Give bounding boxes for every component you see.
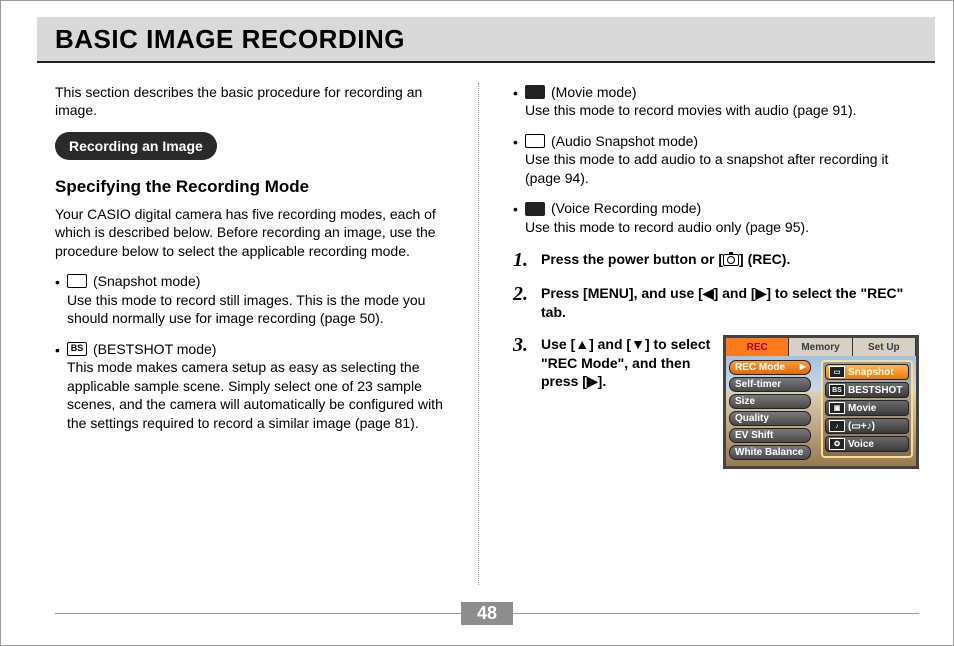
lcd-right-item-icon: ▣ bbox=[829, 402, 845, 414]
mode-list-item: •(Snapshot mode)Use this mode to record … bbox=[55, 272, 460, 327]
page-footer: 48 bbox=[55, 602, 919, 625]
bullet-dot: • bbox=[513, 199, 525, 236]
mode-body: (Movie mode)Use this mode to record movi… bbox=[525, 83, 919, 120]
lcd-right-item-label: Voice bbox=[848, 438, 874, 451]
camera-icon bbox=[723, 254, 739, 266]
step-item: Use [▲] and [▼] to select "REC Mode", an… bbox=[513, 335, 919, 469]
mode-list-item: •(Voice Recording mode)Use this mode to … bbox=[513, 199, 919, 236]
lcd-left-item: White Balance bbox=[729, 445, 811, 460]
mode-label: (Movie mode) bbox=[551, 83, 637, 101]
manual-page: BASIC IMAGE RECORDING This section descr… bbox=[0, 0, 954, 646]
step-body: Press [MENU], and use [◀] and [▶] to sel… bbox=[541, 284, 919, 321]
step-text: Press the power button or [ bbox=[541, 251, 723, 267]
lcd-left-item: Size bbox=[729, 394, 811, 409]
lcd-right-item-label: (▭+♪) bbox=[848, 420, 875, 433]
lcd-left-item: REC Mode bbox=[729, 360, 811, 375]
lcd-tab-rec: REC bbox=[726, 338, 789, 356]
bestshot-mode-icon: BS bbox=[67, 342, 87, 356]
title-band: BASIC IMAGE RECORDING bbox=[37, 17, 935, 63]
mode-body: (Snapshot mode)Use this mode to record s… bbox=[67, 272, 460, 327]
lcd-right-item: ▣Movie bbox=[825, 400, 909, 416]
snapshot-mode-icon bbox=[67, 274, 87, 288]
lcd-right-item-label: Snapshot bbox=[848, 366, 894, 379]
lcd-right-item-label: BESTSHOT bbox=[848, 384, 902, 397]
bullet-dot: • bbox=[55, 340, 67, 432]
subheading: Specifying the Recording Mode bbox=[55, 176, 460, 198]
mode-list-item: •(Movie mode)Use this mode to record mov… bbox=[513, 83, 919, 120]
lcd-left-list: REC Mode Self-timer Size Quality EV Shift Whi… bbox=[729, 360, 811, 462]
lcd-right-item: ✪Voice bbox=[825, 436, 909, 452]
mode-label: (Audio Snapshot mode) bbox=[551, 132, 698, 150]
lcd-left-item: Quality bbox=[729, 411, 811, 426]
mode-list-item: •BS (BESTSHOT mode)This mode makes camera… bbox=[55, 340, 460, 432]
step-list: Press the power button or [] (REC).Press… bbox=[513, 250, 919, 469]
lcd-right-item-icon: ▭ bbox=[829, 366, 845, 378]
voice-recording-mode-icon bbox=[525, 202, 545, 216]
camera-lcd-figure: RECMemorySet Up REC Mode Self-timer Size Qua… bbox=[723, 335, 919, 469]
mode-description: Use this mode to add audio to a snapshot… bbox=[525, 150, 919, 187]
lcd-right-item: ▭Snapshot bbox=[825, 364, 909, 380]
footer-rule-right bbox=[513, 613, 919, 614]
movie-mode-icon bbox=[525, 85, 545, 99]
content-area: This section describes the basic procedu… bbox=[55, 83, 919, 585]
lcd-right-list: ▭SnapshotBSBESTSHOT▣Movie♪(▭+♪)✪Voice bbox=[821, 360, 913, 458]
lcd-tabs: RECMemorySet Up bbox=[726, 338, 916, 356]
bullet-dot: • bbox=[55, 272, 67, 327]
step-item: Press [MENU], and use [◀] and [▶] to sel… bbox=[513, 284, 919, 321]
step-body: Use [▲] and [▼] to select "REC Mode", an… bbox=[541, 335, 919, 469]
mode-label: (Voice Recording mode) bbox=[551, 199, 701, 217]
step3-wrap: Use [▲] and [▼] to select "REC Mode", an… bbox=[541, 335, 919, 469]
page-title: BASIC IMAGE RECORDING bbox=[55, 24, 405, 55]
lcd-left-item: EV Shift bbox=[729, 428, 811, 443]
column-right: •(Movie mode)Use this mode to record mov… bbox=[509, 83, 919, 585]
step-text: Use [▲] and [▼] to select "REC Mode", an… bbox=[541, 335, 711, 390]
mode-body: BS (BESTSHOT mode)This mode makes camera … bbox=[67, 340, 460, 432]
mode-header-line: (Voice Recording mode) bbox=[525, 199, 919, 217]
audio-snapshot-mode-icon bbox=[525, 134, 545, 148]
mode-label: (BESTSHOT mode) bbox=[93, 340, 216, 358]
step-body: Press the power button or [ ] (REC). bbox=[541, 250, 919, 270]
lcd-right-item-icon: ✪ bbox=[829, 438, 845, 450]
mode-header-line: BS (BESTSHOT mode) bbox=[67, 340, 460, 358]
lcd-left-item: Self-timer bbox=[729, 377, 811, 392]
subheading-paragraph: Your CASIO digital camera has five recor… bbox=[55, 205, 460, 260]
mode-description: Use this mode to record audio only (page… bbox=[525, 218, 919, 236]
mode-header-line: (Audio Snapshot mode) bbox=[525, 132, 919, 150]
intro-paragraph: This section describes the basic procedu… bbox=[55, 83, 460, 120]
bullet-dot: • bbox=[513, 83, 525, 120]
mode-list-item: •(Audio Snapshot mode)Use this mode to a… bbox=[513, 132, 919, 187]
lcd-right-item-label: Movie bbox=[848, 402, 876, 415]
mode-label: (Snapshot mode) bbox=[93, 272, 200, 290]
lcd-right-item: BSBESTSHOT bbox=[825, 382, 909, 398]
lcd-right-item: ♪(▭+♪) bbox=[825, 418, 909, 434]
step-item: Press the power button or [ ] (REC). bbox=[513, 250, 919, 270]
mode-description: Use this mode to record still images. Th… bbox=[67, 291, 460, 328]
lcd-right-item-icon: BS bbox=[829, 384, 845, 396]
lcd-tab-setup: Set Up bbox=[853, 338, 916, 356]
mode-description: This mode makes camera setup as easy as … bbox=[67, 358, 460, 432]
column-left: This section describes the basic procedu… bbox=[55, 83, 479, 585]
mode-list-right: •(Movie mode)Use this mode to record mov… bbox=[513, 83, 919, 236]
step-text: Press [MENU], and use [◀] and [▶] to sel… bbox=[541, 285, 903, 319]
mode-body: (Voice Recording mode)Use this mode to r… bbox=[525, 199, 919, 236]
lcd-tab-memory: Memory bbox=[789, 338, 852, 356]
mode-list-left: •(Snapshot mode)Use this mode to record … bbox=[55, 272, 460, 432]
mode-description: Use this mode to record movies with audi… bbox=[525, 101, 919, 119]
lcd-right-item-icon: ♪ bbox=[829, 420, 845, 432]
footer-rule-left bbox=[55, 613, 461, 614]
mode-body: (Audio Snapshot mode)Use this mode to ad… bbox=[525, 132, 919, 187]
bullet-dot: • bbox=[513, 132, 525, 187]
step-text-post: ] (REC). bbox=[739, 251, 790, 267]
mode-header-line: (Movie mode) bbox=[525, 83, 919, 101]
section-pill: Recording an Image bbox=[55, 132, 217, 160]
page-number: 48 bbox=[461, 602, 513, 625]
mode-header-line: (Snapshot mode) bbox=[67, 272, 460, 290]
